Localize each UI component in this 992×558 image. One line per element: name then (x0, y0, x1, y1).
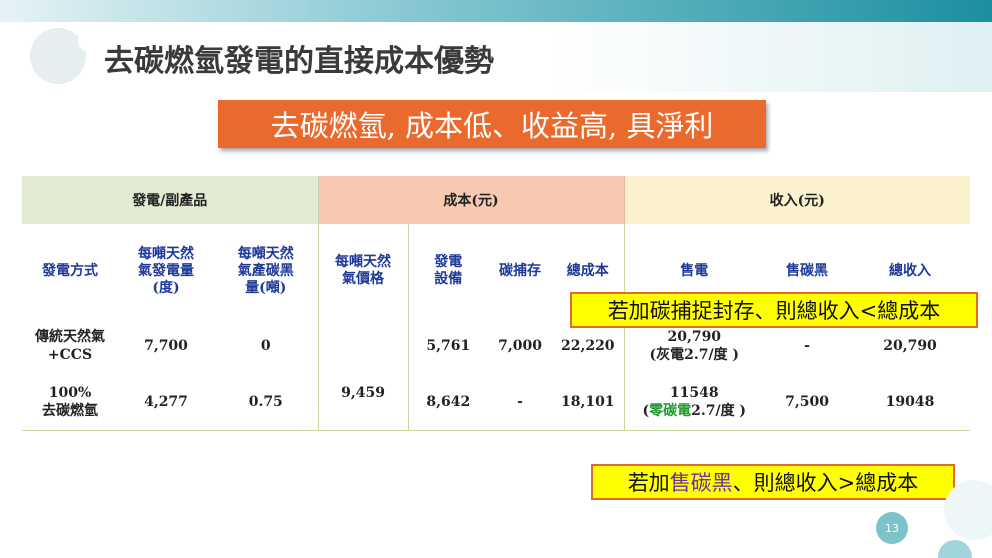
row-generation: 7,700 (144, 338, 188, 354)
col-header-equip-line: 設備 (434, 271, 463, 287)
summary-banner: 去碳燃氫, 成本低、收益高, 具淨利 (218, 100, 766, 148)
decor-circle (944, 480, 992, 540)
group-header-cost: 成本(元) (318, 176, 625, 224)
row-equipment: 5,761 (407, 318, 489, 374)
col-header-carbon-line: 氣產碳黑 (237, 262, 294, 279)
row-method-line: +CCS (47, 347, 93, 363)
row-method-line: 去碳燃氫 (42, 402, 98, 419)
group-header-revenue: 收入(元) (624, 176, 971, 224)
callout-highlight: 售碳黑 (669, 471, 733, 495)
decor-circle (30, 28, 86, 84)
row-total-revenue: 19048 (885, 393, 935, 410)
row-sell-power-value: 20,790 (667, 329, 722, 345)
row-gas-price: 9,459 (317, 318, 409, 431)
row-sell-carbon: 7,500 (785, 393, 829, 410)
row-method-line: 100% (48, 384, 92, 401)
row-capture: - (488, 374, 553, 431)
row-carbon-black: 0 (260, 338, 271, 354)
row-generation: 4,277 (144, 393, 188, 410)
row-sell-power-note: (灰電2.7/度 ) (649, 347, 740, 363)
row-method: 100% 去碳燃氫 (22, 374, 118, 430)
callout-text-pre: 若加 (627, 471, 670, 495)
col-header-gas-price: 每噸天然 氣價格 (317, 224, 409, 318)
ccs-callout: 若加碳捕捉封存、則總收入<總成本 (570, 292, 978, 328)
row-method: 傳統天然氣 +CCS (22, 318, 118, 374)
group-header-product: 發電/副產品 (22, 176, 319, 224)
col-header-method: 發電方式 (42, 262, 98, 279)
page-number: 13 (876, 512, 908, 544)
decor-circle (938, 540, 972, 558)
row-sell-power-note: (零碳電2.7/度 ) (625, 402, 765, 420)
zero-carbon-label: 零碳電 (649, 402, 692, 419)
col-header-price-line: 每噸天然 (335, 254, 392, 270)
col-header-equip-line: 發電 (434, 254, 463, 270)
col-header-equipment: 發電 設備 (407, 224, 489, 318)
col-header-capture: 碳捕存 (499, 262, 542, 279)
row-sell-power: 11548 (零碳電2.7/度 ) (623, 374, 765, 430)
row-capture: 7,000 (498, 338, 542, 354)
carbon-black-callout: 若加 售碳黑 、則總收入>總成本 (591, 464, 955, 500)
callout-text-post: 、則總收入>總成本 (732, 471, 919, 495)
col-header-generation-line: 氣發電量 (138, 262, 194, 279)
col-header-carbon-line: 每噸天然 (237, 245, 294, 262)
row-method-line: 傳統天然氣 (35, 329, 105, 345)
col-header-generation-line: (度) (152, 279, 180, 296)
row-equipment: 8,642 (407, 374, 489, 431)
col-header-generation-line: 每噸天然 (138, 245, 194, 262)
note-close: 2.7/度 ) (691, 402, 747, 419)
row-carbon-black: 0.75 (248, 393, 283, 410)
top-decor-band (0, 0, 992, 22)
col-header-price-line: 氣價格 (342, 271, 385, 287)
table-row: 100% 去碳燃氫 4,277 0.75 8,642 - 18,101 1154… (22, 374, 971, 431)
row-total-cost: 18,101 (552, 374, 625, 431)
slide-title: 去碳燃氫發電的直接成本優勢 (104, 44, 494, 79)
col-header-carbon-black: 每噸天然 氣產碳黑 量(噸) (214, 224, 318, 318)
col-header-generation: 每噸天然 氣發電量 (度) (118, 224, 214, 318)
decor-circle-small (78, 30, 100, 52)
row-sell-power-value: 11548 (669, 384, 719, 401)
col-header-carbon-line: 量(噸) (245, 279, 287, 296)
